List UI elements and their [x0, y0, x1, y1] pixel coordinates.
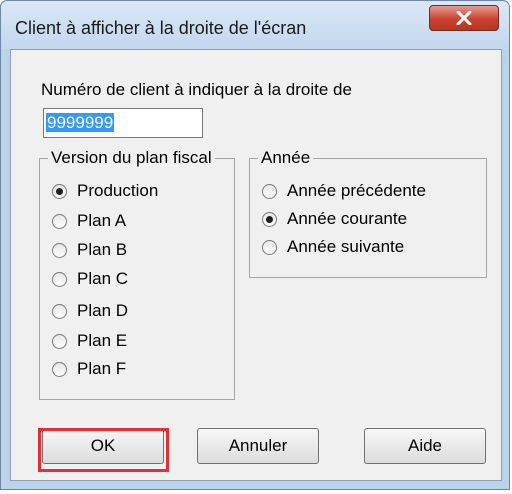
client-number-value: 9999999: [46, 113, 115, 132]
plan-version-group: Version du plan fiscal Production Plan A…: [39, 148, 235, 400]
radio-label: Plan E: [77, 331, 128, 350]
radio-label: Année suivante: [287, 237, 405, 256]
radio-label: Production: [77, 181, 159, 200]
radio-plan-d[interactable]: Plan D: [52, 301, 128, 321]
title-bar: Client à afficher à la droite de l'écran: [1, 1, 509, 49]
radio-label: Année courante: [287, 209, 408, 228]
radio-button[interactable]: [52, 213, 67, 229]
radio-button[interactable]: [52, 183, 67, 199]
radio-button[interactable]: [262, 239, 277, 255]
radio-button[interactable]: [262, 211, 277, 227]
client-number-input[interactable]: 9999999: [43, 108, 203, 138]
radio-label: Plan F: [77, 359, 127, 378]
radio-button[interactable]: [52, 271, 67, 287]
radio-label: Plan D: [77, 301, 129, 320]
radio-label: Plan C: [77, 269, 129, 288]
plan-version-legend: Version du plan fiscal: [48, 148, 215, 168]
radio-plan-a[interactable]: Plan A: [52, 211, 126, 231]
ok-button[interactable]: OK: [42, 428, 164, 464]
radio-plan-e[interactable]: Plan E: [52, 331, 127, 351]
radio-plan-b[interactable]: Plan B: [52, 240, 127, 260]
cancel-button[interactable]: Annuler: [197, 428, 319, 464]
window-title: Client à afficher à la droite de l'écran: [15, 18, 307, 38]
radio-button[interactable]: [262, 183, 277, 199]
radio-button[interactable]: [52, 361, 67, 377]
year-legend: Année: [258, 148, 314, 168]
client-number-label: Numéro de client à indiquer à la droite …: [41, 80, 352, 99]
radio-button[interactable]: [52, 242, 67, 258]
radio-label: Plan B: [77, 240, 128, 259]
close-icon: [456, 11, 472, 25]
radio-plan-f[interactable]: Plan F: [52, 359, 126, 379]
radio-year-current[interactable]: Année courante: [262, 209, 407, 229]
radio-label: Année précédente: [287, 181, 426, 200]
close-button[interactable]: [429, 5, 499, 31]
year-group: Année Année précédente Année courante An…: [249, 148, 487, 278]
radio-plan-production[interactable]: Production: [52, 181, 158, 201]
radio-label: Plan A: [77, 211, 127, 230]
radio-button[interactable]: [52, 333, 67, 349]
radio-year-previous[interactable]: Année précédente: [262, 181, 426, 201]
dialog-window: Client à afficher à la droite de l'écran…: [0, 0, 510, 490]
dialog-content: Numéro de client à indiquer à la droite …: [10, 49, 502, 481]
radio-plan-c[interactable]: Plan C: [52, 269, 128, 289]
radio-year-next[interactable]: Année suivante: [262, 237, 404, 257]
radio-button[interactable]: [52, 303, 67, 319]
help-button[interactable]: Aide: [364, 428, 486, 464]
